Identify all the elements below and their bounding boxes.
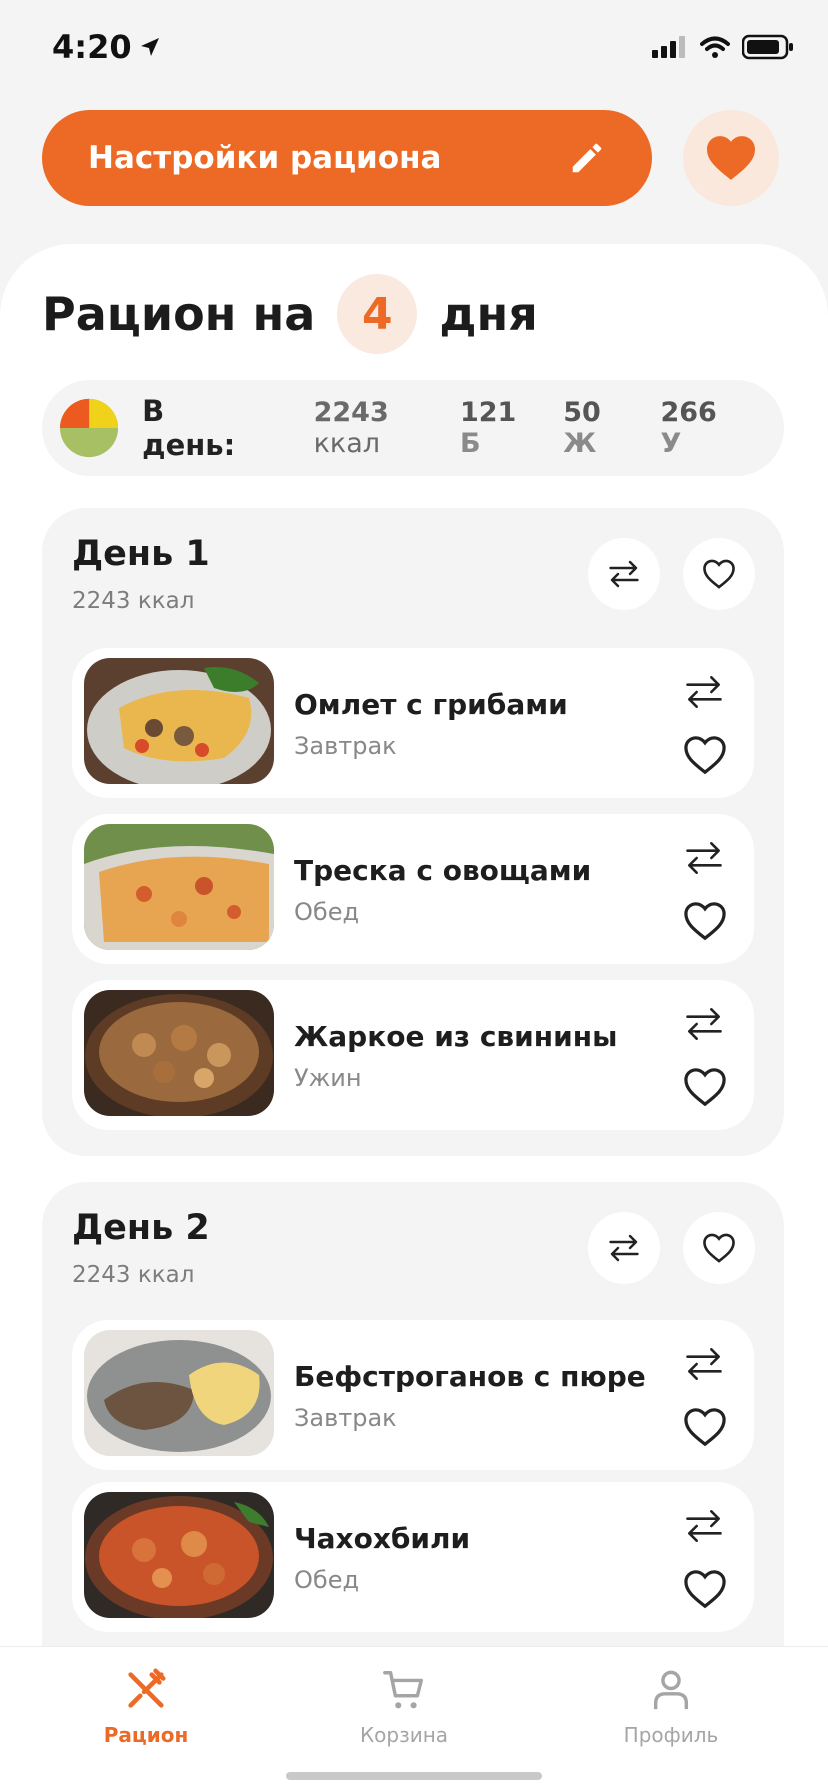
- status-time-text: 4:20: [52, 28, 132, 66]
- days-count-badge[interactable]: 4: [337, 274, 418, 354]
- fat-unit: Ж: [563, 428, 597, 459]
- swap-arrows-icon[interactable]: [682, 836, 726, 880]
- meal-photo: [84, 1330, 274, 1456]
- plan-title-suffix: дня: [439, 287, 538, 341]
- diet-settings-button[interactable]: Настройки рациона: [42, 110, 652, 206]
- nav-label: Профиль: [623, 1723, 719, 1747]
- carb-macro: 266 У: [660, 397, 744, 459]
- daily-kcal-value: 2243: [313, 397, 389, 428]
- protein-macro: 121 Б: [460, 397, 543, 459]
- meal-name: Омлет с грибами: [294, 688, 568, 721]
- day-kcal: 2243 ккал: [72, 1262, 195, 1288]
- meal-card[interactable]: Треска с овощами Обед: [72, 814, 754, 964]
- meal-name: Треска с овощами: [294, 854, 592, 887]
- home-indicator: [286, 1772, 542, 1780]
- meal-type: Обед: [294, 898, 360, 926]
- meal-photo: [84, 1492, 274, 1618]
- meal-card[interactable]: Жаркое из свинины Ужин: [72, 980, 754, 1130]
- heart-outline-icon[interactable]: [682, 1066, 728, 1108]
- heart-filled-icon: [707, 136, 755, 180]
- nav-label: Корзина: [359, 1723, 449, 1747]
- meal-photo: [84, 990, 274, 1116]
- heart-outline-icon[interactable]: [682, 1406, 728, 1448]
- status-icons: [652, 34, 794, 60]
- plan-title-prefix: Рацион на: [42, 287, 316, 341]
- meal-card[interactable]: Омлет с грибами Завтрак: [72, 648, 754, 798]
- day-swap-button[interactable]: [588, 538, 660, 610]
- swap-arrows-icon: [609, 560, 639, 588]
- carb-unit: У: [660, 428, 682, 459]
- day-card: День 1 2243 ккал Омлет с грибами Завтрак: [42, 508, 784, 1156]
- daily-kcal: 2243 ккал: [314, 397, 460, 459]
- nav-item-profile[interactable]: Профиль: [571, 1667, 771, 1747]
- nav-label: Рацион: [103, 1723, 189, 1747]
- battery-icon: [742, 34, 793, 60]
- protein-unit: Б: [459, 428, 481, 459]
- heart-outline-icon[interactable]: [682, 900, 728, 942]
- swap-arrows-icon[interactable]: [682, 1504, 726, 1548]
- swap-arrows-icon[interactable]: [682, 1342, 726, 1386]
- daily-macros: 121 Б 50 Ж 266 У: [460, 397, 744, 459]
- cellular-signal-icon: [652, 36, 685, 58]
- favorites-button[interactable]: [683, 110, 779, 206]
- meal-type: Завтрак: [294, 732, 397, 760]
- day-swap-button[interactable]: [588, 1212, 660, 1284]
- diet-settings-label: Настройки рациона: [88, 140, 442, 176]
- meal-card[interactable]: Чахохбили Обед: [72, 1482, 754, 1632]
- macros-pie-icon: [60, 398, 119, 458]
- swap-arrows-icon: [609, 1234, 639, 1262]
- fat-macro: 50 Ж: [563, 397, 640, 459]
- pencil-icon: [572, 143, 602, 173]
- meal-type: Завтрак: [294, 1404, 397, 1432]
- stroganoff-photo-icon: [84, 1330, 274, 1456]
- chakhokhbili-photo-icon: [84, 1492, 274, 1618]
- nav-item-cart[interactable]: Корзина: [304, 1667, 504, 1747]
- daily-label: В день:: [142, 394, 236, 462]
- meal-card[interactable]: Бефстроганов с пюре Завтрак: [72, 1320, 754, 1470]
- meal-name: Жаркое из свинины: [294, 1020, 618, 1053]
- bottom-navigation: Рацион Корзина Профиль: [0, 1646, 828, 1792]
- meal-name: Чахохбили: [294, 1522, 471, 1555]
- day-favorite-button[interactable]: [683, 1212, 755, 1284]
- meal-photo: [84, 824, 274, 950]
- status-bar: 4:20: [0, 0, 828, 96]
- day-kcal: 2243 ккал: [72, 588, 195, 614]
- cart-icon: [383, 1671, 423, 1709]
- day-title: День 2: [72, 1208, 210, 1248]
- meal-name: Бефстроганов с пюре: [294, 1360, 646, 1393]
- heart-outline-icon[interactable]: [682, 1568, 728, 1610]
- day-title: День 1: [72, 534, 210, 574]
- meal-type: Обед: [294, 1566, 360, 1594]
- day-favorite-button[interactable]: [683, 538, 755, 610]
- daily-summary: В день: 2243 ккал 121 Б 50 Ж 266 У: [42, 380, 784, 476]
- meal-type: Ужин: [294, 1064, 362, 1092]
- plan-title: Рацион на 4 дня: [42, 274, 538, 354]
- daily-kcal-unit: ккал: [313, 428, 380, 459]
- user-icon: [653, 1670, 689, 1710]
- heart-outline-icon[interactable]: [682, 734, 728, 776]
- pork-stew-photo-icon: [84, 990, 274, 1116]
- status-time: 4:20: [52, 28, 162, 66]
- heart-outline-icon: [703, 559, 735, 589]
- location-arrow-icon: [140, 38, 159, 56]
- heart-outline-icon: [703, 1233, 735, 1263]
- carb-value: 266: [660, 397, 717, 428]
- wifi-icon: [700, 36, 730, 58]
- protein-value: 121: [459, 397, 517, 428]
- meal-photo: [84, 658, 274, 784]
- fat-value: 50: [563, 397, 601, 428]
- omelette-photo-icon: [84, 658, 274, 784]
- swap-arrows-icon[interactable]: [682, 1002, 726, 1046]
- swap-arrows-icon[interactable]: [682, 670, 726, 714]
- fork-knife-icon: [128, 1668, 166, 1708]
- nav-item-plan[interactable]: Рацион: [46, 1667, 246, 1747]
- cod-photo-icon: [84, 824, 274, 950]
